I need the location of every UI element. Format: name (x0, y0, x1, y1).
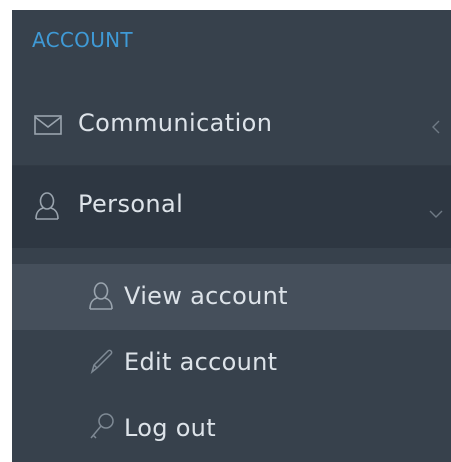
chevron-down-icon (429, 204, 443, 223)
chevron-left-icon (431, 119, 441, 138)
section-header: ACCOUNT (12, 10, 451, 85)
submenu-item-label: Edit account (124, 348, 278, 376)
submenu-item-view-account[interactable]: View account (12, 264, 451, 330)
sidebar-item-label: Personal (78, 190, 184, 218)
submenu-item-log-out[interactable]: Log out (12, 396, 451, 462)
submenu-item-label: Log out (124, 414, 216, 442)
sidebar-item-personal[interactable]: Personal (12, 166, 451, 248)
user-icon (88, 282, 114, 310)
sidebar: ACCOUNT Communication Personal View acco… (12, 10, 451, 462)
section-title: ACCOUNT (32, 28, 133, 52)
user-icon (34, 192, 60, 220)
submenu-item-label: View account (124, 282, 288, 310)
pencil-icon (88, 348, 116, 376)
sidebar-item-communication[interactable]: Communication (12, 85, 451, 166)
envelope-icon (34, 115, 62, 135)
sidebar-item-label: Communication (78, 109, 273, 137)
submenu-personal: View account Edit account Log out (12, 248, 451, 462)
submenu-item-edit-account[interactable]: Edit account (12, 330, 451, 396)
key-icon (88, 412, 116, 442)
